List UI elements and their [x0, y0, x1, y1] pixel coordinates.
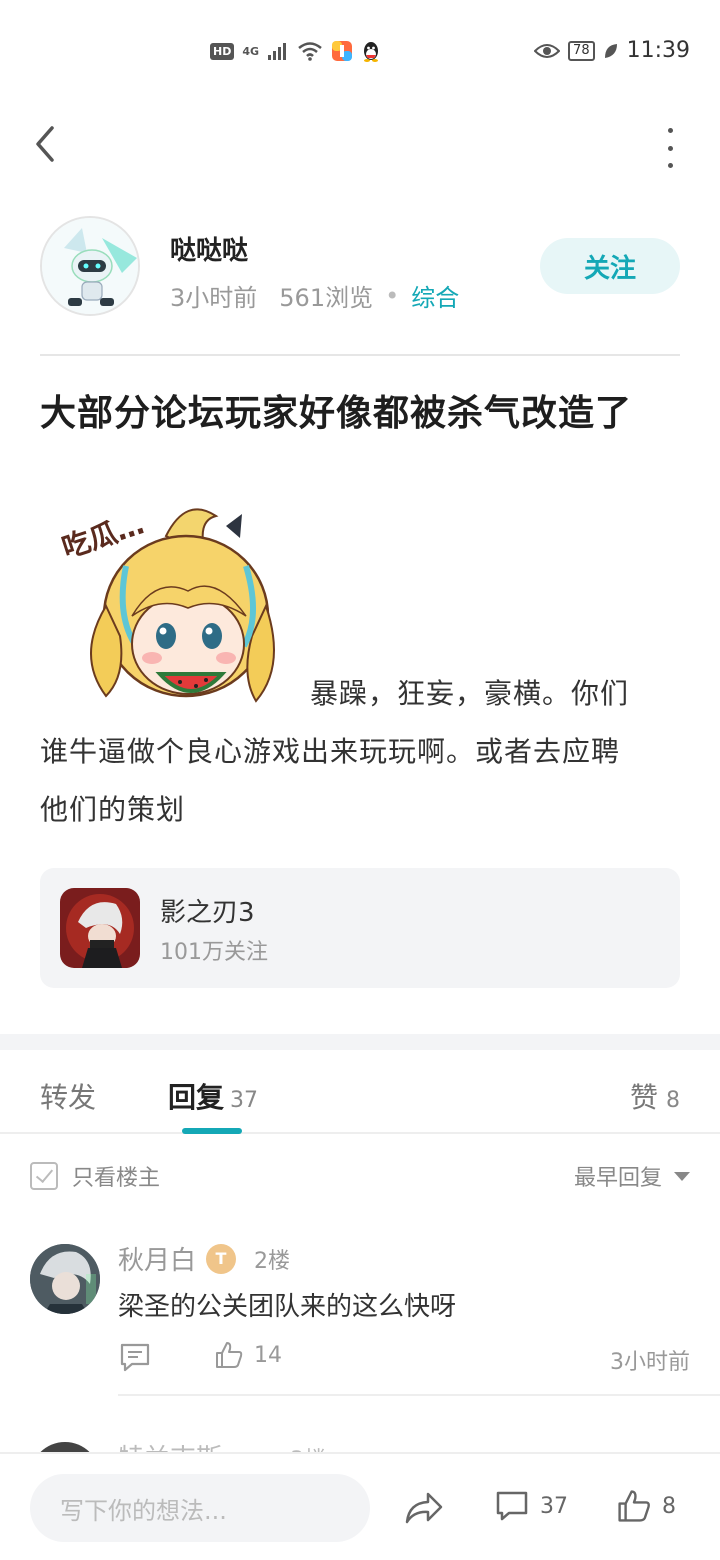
tab-reply[interactable]: 回复 37: [168, 1076, 258, 1116]
interaction-tabs: 转发 回复 37 赞8: [0, 1050, 720, 1134]
game-name: 影之刃3: [160, 898, 255, 928]
commenter-avatar[interactable]: [30, 1244, 100, 1314]
comment-bubble-icon: [496, 1491, 528, 1521]
wifi-icon: [298, 42, 322, 61]
status-icons: HD 4G: [210, 40, 381, 62]
chevron-left-icon: [36, 126, 54, 162]
post-body-line: 他们的策划: [40, 793, 186, 826]
comment-count-button[interactable]: 37: [494, 1488, 568, 1524]
sort-label: 最早回复: [573, 1166, 662, 1191]
game-icon: [60, 888, 140, 968]
reply-bubble-icon: [120, 1343, 150, 1372]
post-time: 3小时前: [170, 284, 258, 312]
like-count: 8: [662, 1493, 676, 1519]
like-button[interactable]: 8: [616, 1488, 676, 1524]
clock: 11:39: [626, 38, 690, 63]
tab-like-label: 赞: [629, 1081, 658, 1114]
commenter-name[interactable]: 秋月白: [118, 1240, 196, 1277]
view-count: 561浏览: [279, 284, 374, 312]
caret-down-icon: [674, 1171, 690, 1181]
tab-reply-count: 37: [230, 1088, 259, 1113]
sticker-image: 吃瓜…: [56, 496, 296, 716]
comment-header: 秋月白 T 2楼: [118, 1240, 290, 1277]
post-body-line: 谁牛逼做个良心游戏出来玩玩啊。或者去应聘: [40, 735, 621, 768]
power-saving-icon: [604, 43, 617, 58]
comment-like-count: 14: [254, 1342, 282, 1368]
commenter-avatar-art: [30, 1244, 100, 1314]
bottom-action-bar: 写下你的想法... 37 8: [0, 1452, 720, 1560]
post-meta: 3小时前 561浏览 • 综合: [170, 278, 459, 313]
author-avatar[interactable]: [40, 216, 140, 316]
tab-like[interactable]: 赞8: [630, 1076, 680, 1116]
divider: [118, 1394, 720, 1396]
chibi-girl-eating-watermelon-sticker: 吃瓜…: [58, 507, 275, 703]
tab-forward-label: 转发: [40, 1081, 97, 1114]
tab-reply-label: 回复: [168, 1081, 225, 1114]
post-body-line: 暴躁，狂妄，豪横。你们: [310, 677, 630, 710]
thumbs-up-icon: [618, 1490, 650, 1522]
sort-dropdown[interactable]: 最早回复: [574, 1160, 690, 1192]
network-label: 4G: [242, 44, 260, 58]
section-separator: [0, 1034, 720, 1050]
thumbs-up-icon: [216, 1342, 243, 1368]
floor-number: 2楼: [254, 1248, 291, 1274]
level-badge: T: [206, 1243, 237, 1274]
follow-button[interactable]: 关注: [540, 238, 680, 294]
reply-filter-bar: 只看楼主 最早回复: [0, 1146, 720, 1206]
back-button[interactable]: [28, 122, 68, 166]
checkbox-icon: [30, 1162, 58, 1190]
status-right: 78 11:39: [534, 38, 690, 63]
only-owner-label: 只看楼主: [72, 1166, 161, 1191]
comment-like-button[interactable]: 14: [214, 1340, 282, 1370]
more-dot-icon: [667, 128, 673, 133]
more-options-button[interactable]: [660, 128, 680, 168]
meta-separator: •: [385, 281, 400, 310]
tab-like-count: 8: [666, 1088, 680, 1113]
share-arrow-icon: [405, 1492, 443, 1524]
post-title: 大部分论坛玩家好像都被杀气改造了: [40, 393, 633, 434]
signal-icon: [268, 43, 287, 60]
comment-item: 秋月白 T 2楼 梁圣的公关团队来的这么快呀 14 3小时前: [0, 1236, 720, 1396]
only-owner-toggle[interactable]: 只看楼主: [30, 1160, 160, 1192]
more-dot-icon: [667, 163, 673, 168]
avatar-illustration: [42, 218, 138, 314]
game-cover-art: [60, 888, 140, 968]
app-notification-icon: [332, 41, 353, 61]
battery-indicator: 78: [568, 40, 595, 61]
comment-count: 37: [540, 1493, 568, 1519]
hd-icon: HD: [210, 42, 235, 60]
top-navigation-bar: [0, 104, 720, 184]
more-dot-icon: [667, 145, 673, 151]
game-card[interactable]: 影之刃3 101万关注: [40, 868, 680, 988]
game-follower-count: 101万关注: [160, 940, 268, 965]
comment-input[interactable]: 写下你的想法...: [30, 1474, 370, 1542]
tab-forward[interactable]: 转发: [40, 1076, 96, 1116]
status-bar: HD 4G 78 11:39: [0, 0, 720, 104]
divider: [40, 354, 680, 356]
comment-actions: 14 3小时前: [118, 1340, 690, 1376]
comment-reply-button[interactable]: [118, 1340, 152, 1374]
qq-icon: [364, 42, 379, 62]
eye-comfort-icon: [534, 43, 561, 58]
author-header: 哒哒哒 3小时前 561浏览 • 综合 关注: [40, 216, 680, 316]
share-button[interactable]: [404, 1490, 444, 1526]
comment-time: 3小时前: [610, 1350, 690, 1375]
active-tab-indicator: [182, 1128, 242, 1134]
category-link[interactable]: 综合: [411, 278, 459, 313]
comment-text: 梁圣的公关团队来的这么快呀: [118, 1292, 457, 1322]
author-name[interactable]: 哒哒哒: [170, 230, 248, 267]
